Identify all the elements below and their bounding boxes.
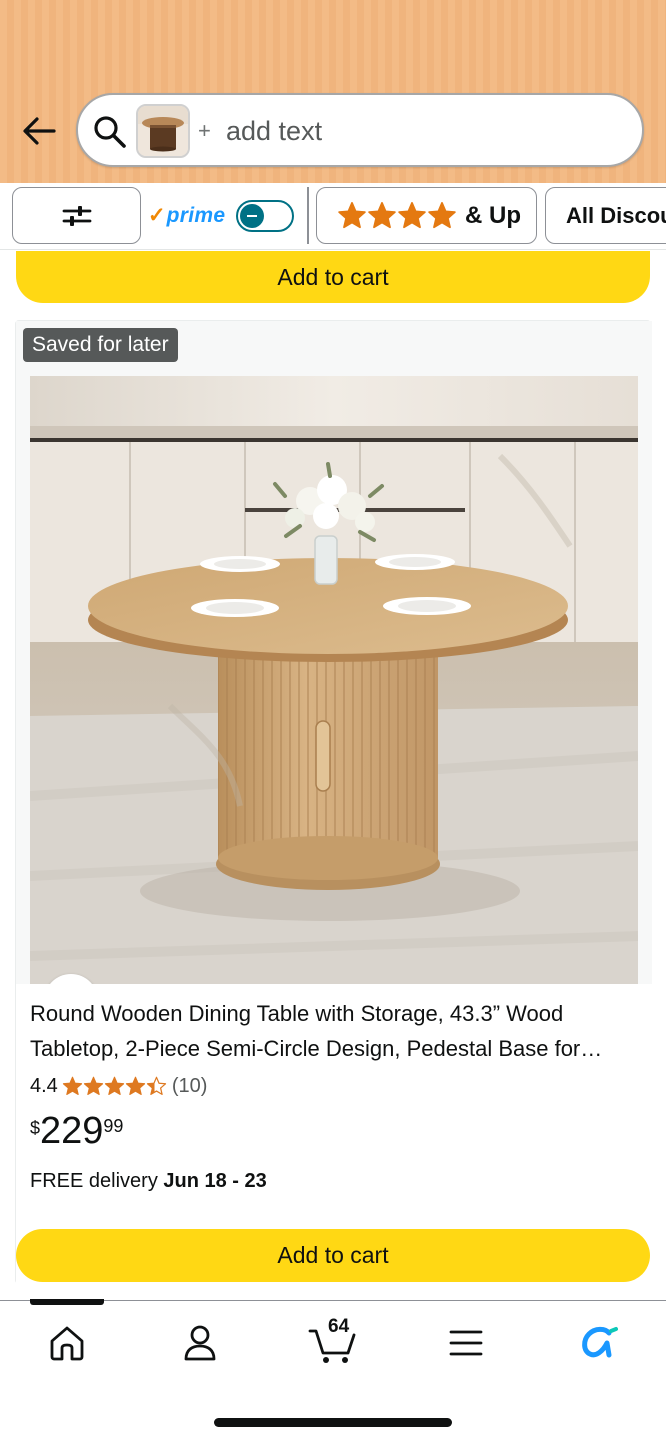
nav-cart[interactable]: 64 [298,1316,368,1369]
dining-table-photo [30,376,638,984]
cart-count: 64 [328,1316,350,1337]
star-icon [146,1076,166,1095]
filter-divider [307,187,309,244]
price-whole: 229 [40,1110,104,1152]
header: + add text [0,0,666,183]
add-text-plus: + [198,118,211,143]
back-button[interactable] [18,108,60,154]
price-fraction: 99 [103,1116,124,1136]
rating-stars [62,1076,167,1097]
nav-rufus[interactable] [564,1317,634,1369]
price-currency: $ [30,1118,41,1138]
bottom-nav: 64 [0,1299,666,1440]
rating-value: 4.4 [30,1074,58,1097]
star-icon [428,201,456,228]
star-icon [368,201,396,228]
toggle-knob [240,204,264,228]
prime-toggle[interactable] [236,200,294,232]
add-to-cart-label: Add to cart [277,1242,389,1268]
star-icon [398,201,426,228]
home-icon [50,1326,84,1361]
add-to-cart-button[interactable]: Add to cart [16,1229,650,1282]
rufus-assistant-icon [582,1326,618,1358]
add-to-cart-button-previous[interactable]: Add to cart [16,251,650,303]
product-card[interactable]: Saved for later Round Wooden Dining Tabl… [15,320,652,1284]
product-image[interactable] [30,376,638,984]
saved-for-later-badge: Saved for later [23,328,178,362]
delivery-info: FREE delivery Jun 18 - 23 [30,1170,267,1193]
search-icon [94,116,126,148]
sliders-icon [62,205,91,226]
nav-account[interactable] [165,1317,235,1369]
nav-home[interactable] [32,1317,102,1369]
saved-for-later-label: Saved for later [32,333,169,356]
star-icon [125,1076,145,1095]
search-bar[interactable]: + add text [76,93,644,167]
filter-bar: ✓ prime & Up All Discounts [0,183,666,250]
prime-filter[interactable]: ✓ prime [148,187,296,244]
review-count: (10) [171,1074,208,1097]
back-arrow-icon [23,117,56,145]
prime-label: prime [166,203,226,227]
star-icon [83,1076,103,1095]
prime-check-icon: ✓ [148,204,166,227]
add-to-cart-label: Add to cart [277,263,389,290]
star-icon [62,1076,82,1095]
account-icon [184,1325,216,1361]
all-discounts-chip[interactable]: All Discounts [545,187,666,244]
filter-button[interactable] [12,187,141,244]
star-icon [338,201,366,228]
delivery-prefix: FREE delivery [30,1170,158,1192]
rating-filter-chip[interactable]: & Up [316,187,537,244]
price: $ 229 99 [30,1110,123,1152]
page: + add text ✓ prime & Up All Discounts [0,0,666,1440]
search-input[interactable]: add text [226,116,322,147]
home-indicator [214,1418,452,1427]
chip-stars [337,201,457,231]
delivery-date: Jun 18 - 23 [163,1170,267,1192]
search-image-thumbnail[interactable] [136,104,190,158]
rating-filter-label: & Up [465,201,521,229]
table-thumbnail-image [138,106,188,156]
all-discounts-label: All Discounts [566,202,666,228]
product-title[interactable]: Round Wooden Dining Table with Storage, … [30,996,630,1066]
star-icon [104,1076,124,1095]
active-tab-indicator [30,1299,104,1305]
rating-row[interactable]: 4.4 (10) [30,1072,207,1100]
hamburger-menu-icon [449,1330,483,1356]
nav-menu[interactable] [431,1317,501,1369]
